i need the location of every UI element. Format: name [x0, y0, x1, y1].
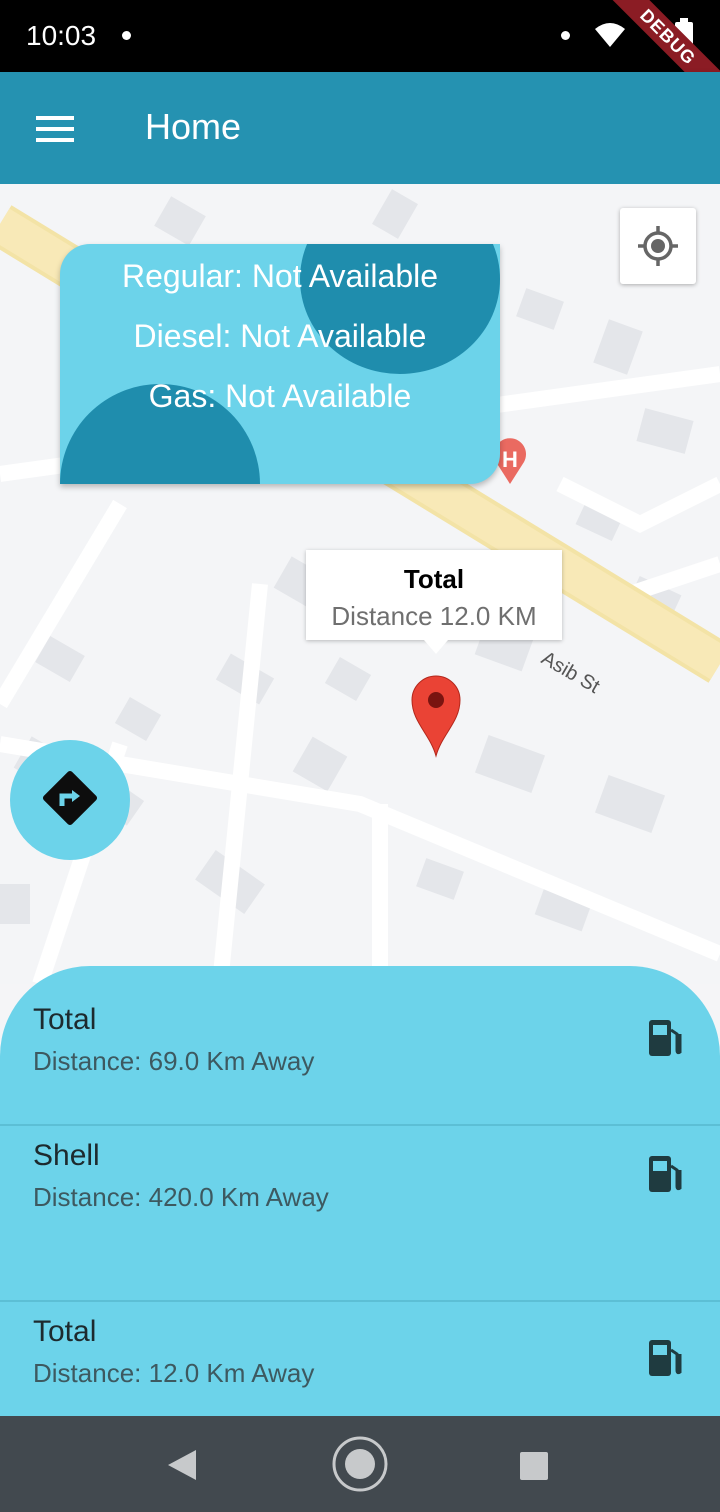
crosshair-icon — [638, 226, 678, 266]
recents-icon[interactable] — [518, 1450, 550, 1482]
station-list-item[interactable]: Total Distance: 69.0 Km Away — [0, 966, 720, 1142]
station-list-item[interactable]: Total Distance: 12.0 Km Away — [0, 1302, 720, 1416]
station-name: Shell — [33, 1139, 100, 1172]
station-list-item[interactable]: Shell Distance: 420.0 Km Away — [0, 1126, 720, 1302]
diesel-availability: Diesel: Not Available — [133, 318, 427, 354]
gas-station-icon — [649, 1156, 682, 1192]
location-marker-icon[interactable] — [410, 674, 462, 758]
marker-info-window[interactable]: Total Distance 12.0 KM — [306, 550, 562, 654]
station-distance: Distance: 12.0 Km Away — [33, 1358, 315, 1388]
fuel-availability-card: Regular: Not Available Diesel: Not Avail… — [60, 244, 500, 484]
street-label: Asib St — [538, 647, 604, 698]
my-location-button[interactable] — [620, 208, 696, 284]
station-distance: Distance: 420.0 Km Away — [33, 1182, 329, 1212]
notification-dot-icon — [122, 31, 131, 40]
gas-station-icon — [649, 1340, 682, 1376]
back-icon[interactable] — [166, 1448, 198, 1482]
page-title: Home — [145, 106, 242, 147]
gas-station-icon — [649, 1020, 682, 1056]
system-navigation-bar — [0, 1416, 720, 1512]
directions-icon — [42, 770, 98, 826]
stations-list[interactable]: Total Distance: 69.0 Km Away Shell Dista… — [0, 966, 720, 1416]
station-distance: Distance: 69.0 Km Away — [33, 1046, 315, 1076]
home-icon[interactable] — [331, 1435, 389, 1493]
status-dot-icon — [561, 31, 570, 40]
menu-icon[interactable] — [36, 116, 74, 142]
status-time: 10:03 — [26, 20, 97, 51]
regular-availability: Regular: Not Available — [121, 258, 439, 294]
status-bar: 10:03 DEBUG — [0, 0, 720, 117]
station-name: Total — [33, 1315, 97, 1348]
station-name: Total — [33, 1003, 97, 1036]
info-window-title: Total — [403, 564, 465, 594]
info-window-snippet: Distance 12.0 KM — [331, 601, 537, 631]
wifi-icon — [595, 23, 625, 47]
directions-button[interactable] — [10, 740, 130, 860]
gas-availability: Gas: Not Available — [148, 378, 412, 414]
app-bar: Home — [0, 72, 720, 184]
svg-text:H: H — [502, 447, 518, 472]
